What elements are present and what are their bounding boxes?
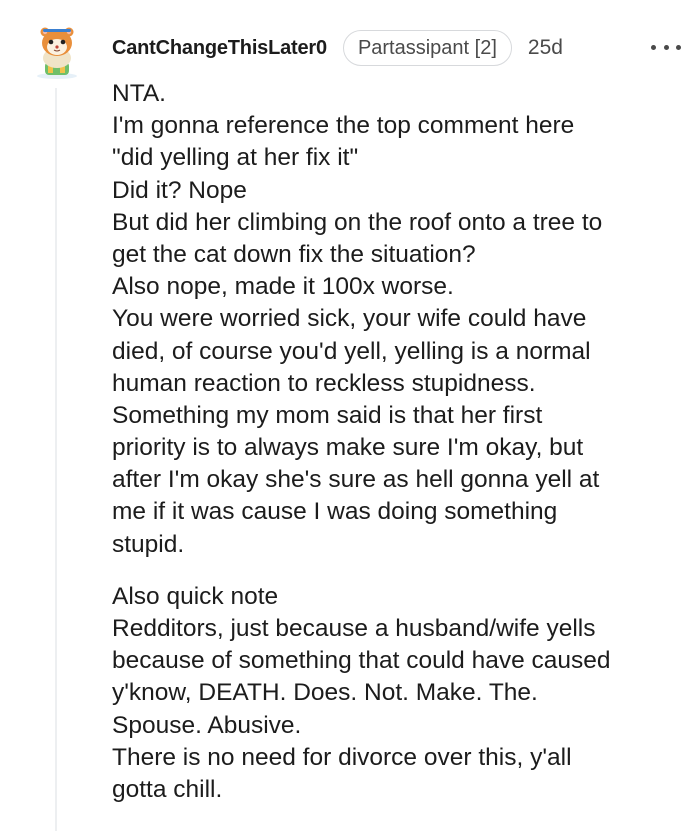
comment-line: died, of course you'd yell, yelling is a… — [112, 337, 591, 365]
comment-paragraph: Also quick note Redditors, just because a… — [112, 581, 692, 806]
comment-line: Did it? Nope — [112, 176, 247, 204]
comment-line: because of something that could have cau… — [112, 647, 611, 675]
comment-line: There is no need for divorce over this, … — [112, 743, 572, 771]
comment-line: Spouse. Abusive. — [112, 711, 302, 739]
thread-line[interactable] — [55, 88, 57, 831]
comment-body: NTA. I'm gonna reference the top comment … — [112, 78, 692, 806]
comment-line: get the cat down fix the situation? — [112, 240, 476, 268]
dot — [663, 44, 669, 50]
more-options-icon[interactable] — [651, 36, 681, 58]
comment-paragraph: NTA. I'm gonna reference the top comment … — [112, 78, 692, 561]
comment-line: human reaction to reckless stupidness. — [112, 369, 536, 397]
comment: CantChangeThisLater0 Partassipant [2] 25… — [0, 0, 700, 831]
comment-line: But did her climbing on the roof onto a … — [112, 208, 603, 236]
comment-line: I'm gonna reference the top comment here — [112, 112, 575, 140]
hamster-avatar-icon — [37, 27, 77, 79]
comment-line: You were worried sick, your wife could h… — [112, 305, 587, 333]
comment-line: Redditors, just because a husband/wife y… — [112, 615, 596, 642]
comment-line: Also nope, made it 100x worse. — [112, 273, 454, 301]
comment-line: after I'm okay she's sure as hell gonna … — [112, 466, 600, 494]
comment-line: y'know, DEATH. Does. Not. Make. The. — [112, 679, 538, 707]
comment-line: me if it was cause I was doing something — [112, 498, 558, 526]
dot — [676, 44, 681, 50]
username[interactable]: CantChangeThisLater0 — [112, 37, 327, 60]
comment-line: NTA. — [112, 80, 166, 107]
comment-line: gotta chill. — [112, 775, 223, 803]
comment-line: Something my mom said is that her first — [112, 401, 543, 429]
comment-line: "did yelling at her fix it" — [112, 144, 359, 172]
comment-line: Also quick note — [112, 582, 279, 610]
avatar[interactable] — [30, 22, 84, 80]
timestamp: 25d — [527, 36, 563, 59]
comment-line: priority is to always make sure I'm okay… — [112, 434, 584, 462]
comment-header: CantChangeThisLater0 Partassipant [2] 25… — [112, 30, 563, 66]
comment-line: stupid. — [112, 530, 185, 558]
dot — [651, 44, 656, 50]
user-flair: Partassipant [2] — [342, 30, 512, 66]
